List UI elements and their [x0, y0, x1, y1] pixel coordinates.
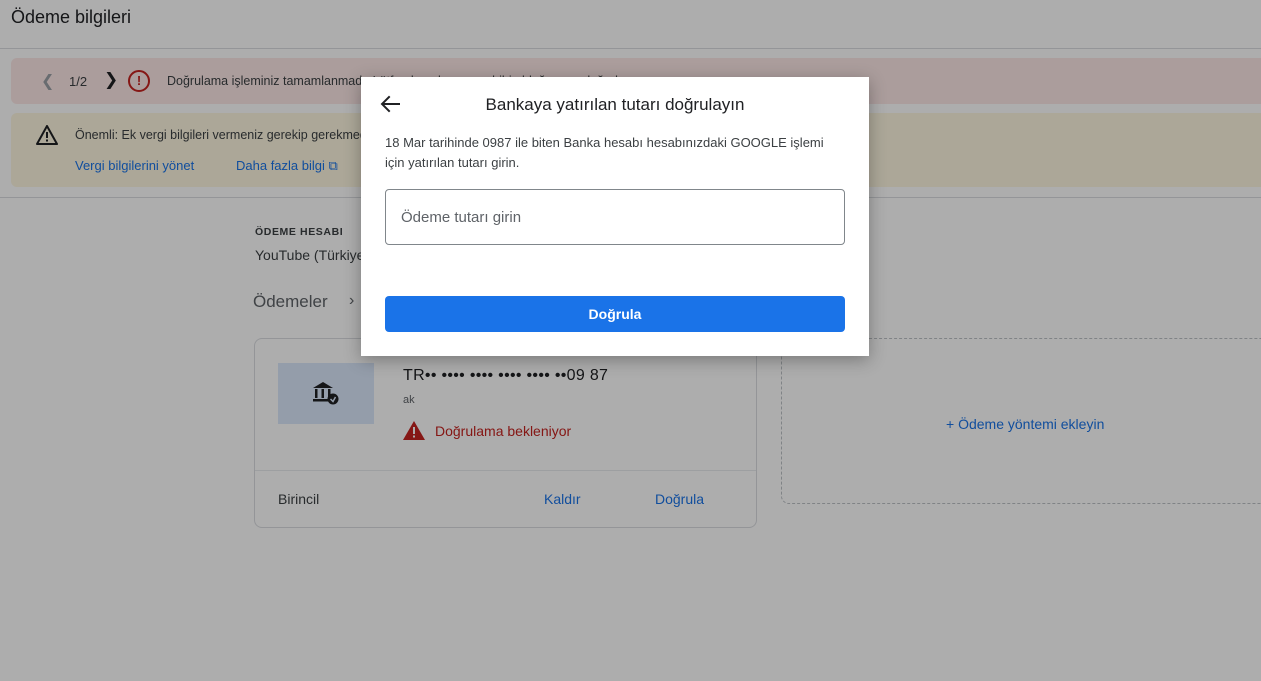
- amount-input[interactable]: [385, 189, 845, 245]
- back-button[interactable]: [379, 94, 401, 116]
- dialog-title: Bankaya yatırılan tutarı doğrulayın: [485, 95, 745, 114]
- dialog-description: 18 Mar tarihinde 0987 ile biten Banka he…: [385, 135, 824, 170]
- verify-deposit-dialog: Bankaya yatırılan tutarı doğrulayın 18 M…: [361, 77, 869, 356]
- arrow-back-icon: [380, 95, 400, 112]
- verify-button[interactable]: Doğrula: [385, 296, 845, 332]
